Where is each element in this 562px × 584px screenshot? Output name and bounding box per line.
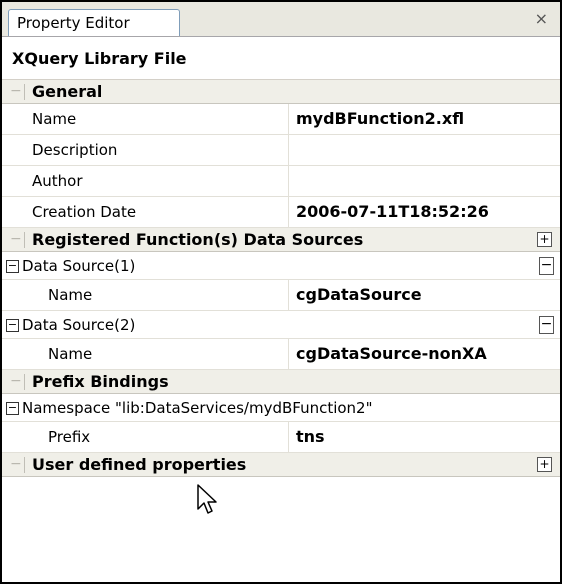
divider <box>288 280 289 310</box>
group-label: Namespace "lib:DataServices/mydBFunction… <box>22 399 373 417</box>
property-label: Name <box>32 110 77 128</box>
property-row-creation-date[interactable]: Creation Date 2006-07-11T18:52:26 <box>2 197 560 228</box>
tree-toggle-icon[interactable]: − <box>6 319 19 332</box>
tree-toggle-icon[interactable]: − <box>6 402 19 415</box>
expand-icon[interactable]: + <box>537 457 552 472</box>
section-user-defined-properties[interactable]: − User defined properties + <box>2 453 560 477</box>
expand-icon[interactable]: + <box>537 232 552 247</box>
property-value[interactable]: 2006-07-11T18:52:26 <box>296 197 489 227</box>
divider <box>288 422 289 452</box>
property-grid: − General Name mydBFunction2.xfl Descrip… <box>2 80 560 477</box>
property-label: Name <box>48 286 93 304</box>
section-general[interactable]: − General <box>2 80 560 104</box>
divider <box>24 457 25 473</box>
property-row-data-source-2-name[interactable]: Name cgDataSource-nonXA <box>2 339 560 370</box>
divider <box>24 84 25 100</box>
collapse-icon[interactable]: − <box>10 82 22 100</box>
remove-icon[interactable]: − <box>539 316 554 334</box>
divider <box>24 374 25 390</box>
remove-icon[interactable]: − <box>539 257 554 275</box>
divider <box>288 339 289 369</box>
section-label: User defined properties <box>32 455 247 474</box>
section-label: Prefix Bindings <box>32 372 169 391</box>
property-editor-panel: Property Editor × XQuery Library File − … <box>0 0 562 584</box>
property-row-author[interactable]: Author <box>2 166 560 197</box>
divider <box>24 232 25 248</box>
collapse-icon[interactable]: − <box>10 455 22 473</box>
section-label: Registered Function(s) Data Sources <box>32 230 364 249</box>
group-label: Data Source(1) <box>22 257 136 275</box>
divider <box>288 166 289 196</box>
mouse-pointer-icon <box>197 484 217 514</box>
tab-bar: Property Editor × <box>2 2 560 37</box>
collapse-icon[interactable]: − <box>10 372 22 390</box>
property-value[interactable]: cgDataSource-nonXA <box>296 339 487 369</box>
panel-title: XQuery Library File <box>2 37 560 80</box>
group-data-source-1[interactable]: − Data Source(1) − <box>2 252 560 280</box>
divider <box>288 197 289 227</box>
section-registered-data-sources[interactable]: − Registered Function(s) Data Sources + <box>2 228 560 252</box>
property-row-prefix[interactable]: Prefix tns <box>2 422 560 453</box>
group-label: Data Source(2) <box>22 316 136 334</box>
property-label: Description <box>32 141 118 159</box>
divider <box>288 104 289 134</box>
property-label: Name <box>48 345 93 363</box>
tree-toggle-icon[interactable]: − <box>6 260 19 273</box>
property-row-name[interactable]: Name mydBFunction2.xfl <box>2 104 560 135</box>
property-label: Author <box>32 172 83 190</box>
property-value[interactable]: tns <box>296 422 325 452</box>
property-value[interactable]: cgDataSource <box>296 280 422 310</box>
property-row-description[interactable]: Description <box>2 135 560 166</box>
section-label: General <box>32 82 103 101</box>
property-label: Creation Date <box>32 203 137 221</box>
group-namespace[interactable]: − Namespace "lib:DataServices/mydBFuncti… <box>2 394 560 422</box>
collapse-icon[interactable]: − <box>10 230 22 248</box>
close-icon[interactable]: × <box>535 9 548 29</box>
divider <box>288 135 289 165</box>
property-label: Prefix <box>48 428 91 446</box>
section-prefix-bindings[interactable]: − Prefix Bindings <box>2 370 560 394</box>
property-row-data-source-1-name[interactable]: Name cgDataSource <box>2 280 560 311</box>
group-data-source-2[interactable]: − Data Source(2) − <box>2 311 560 339</box>
property-value[interactable]: mydBFunction2.xfl <box>296 104 464 134</box>
tab-property-editor[interactable]: Property Editor <box>8 9 180 36</box>
